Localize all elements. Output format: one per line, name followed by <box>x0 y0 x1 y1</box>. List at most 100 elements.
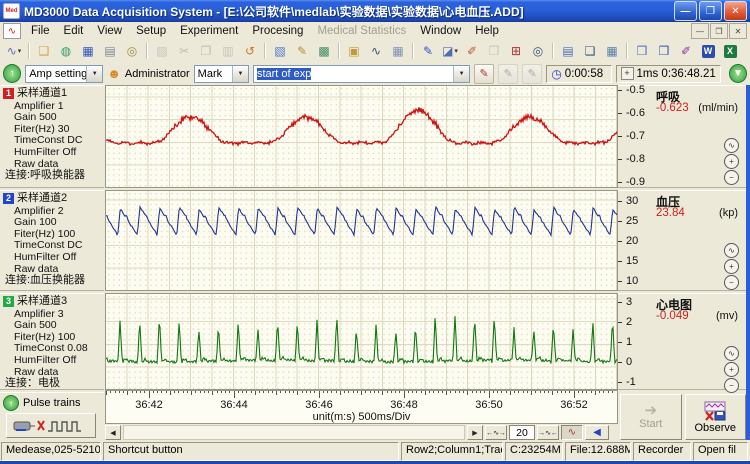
frame-tool-icon: ❒ <box>489 45 500 57</box>
menu-bar: ∿ FileEditViewSetupExperimentProcesingMe… <box>0 22 750 41</box>
axis-minor-tick <box>246 391 247 393</box>
sweep-speed-input[interactable]: 20 <box>509 425 535 440</box>
stamp-tool-button[interactable]: ✐ <box>462 42 482 60</box>
menu-window[interactable]: Window <box>413 24 468 38</box>
close-button[interactable]: ✕ <box>724 1 747 21</box>
amp-setting-combo[interactable]: Amp setting ▼ <box>25 65 103 83</box>
data-grid-button[interactable]: ▦ <box>388 42 408 60</box>
scale-zoom-in-button[interactable]: + <box>724 362 739 377</box>
axis-minor-tick <box>166 391 167 393</box>
channel-param: HumFilter Off <box>14 355 104 367</box>
menu-procesing[interactable]: Procesing <box>245 24 310 38</box>
menu-file[interactable]: File <box>24 24 57 38</box>
calendar-add-button[interactable]: ⊞ <box>506 42 526 60</box>
mark-pen-button[interactable]: ✎ <box>418 42 438 60</box>
experiment-settings-button[interactable]: ▧ <box>270 42 290 60</box>
observe-button[interactable]: Observe <box>685 394 747 440</box>
scale-zoom-out-button[interactable]: − <box>724 170 739 185</box>
minimize-button[interactable]: — <box>674 1 697 21</box>
report-list-button[interactable]: ▤ <box>558 42 578 60</box>
window-wave-button[interactable]: ❏ <box>580 42 600 60</box>
compress-timebase-button[interactable]: ←∿→ <box>485 425 507 440</box>
table-view-button[interactable]: ▦ <box>602 42 622 60</box>
mark-combo[interactable]: Mark ▼ <box>194 65 249 83</box>
scrollbar-track[interactable] <box>123 425 465 440</box>
scale-panel-1: -0.5-0.6-0.7-0.8-0.9呼吸-0.623(ml/min)∿+− <box>618 85 746 188</box>
print-preview-button[interactable]: ◎ <box>122 42 142 60</box>
menu-setup[interactable]: Setup <box>129 24 173 38</box>
back-to-live-button[interactable]: ◀ <box>585 425 609 440</box>
axis-minor-tick <box>225 391 226 393</box>
record-wave-button[interactable]: ∿▾ <box>4 42 24 60</box>
pulse-toggle-icon[interactable]: ↑ <box>3 395 19 411</box>
save-file-button[interactable]: ▦ <box>78 42 98 60</box>
application-window: Med MD3000 Data Acquisition System - [E:… <box>0 0 750 464</box>
scale-zoom-in-button[interactable]: + <box>724 259 739 274</box>
axis-minor-tick <box>251 391 252 393</box>
search-data-button[interactable]: ◎ <box>528 42 548 60</box>
mdi-close-button[interactable]: ✕ <box>729 23 747 39</box>
export-picture-button[interactable]: ▩ <box>314 42 334 60</box>
event-combo[interactable]: start of exp ▼ <box>253 65 470 83</box>
menu-experiment[interactable]: Experiment <box>173 24 245 38</box>
axis-minor-tick <box>302 391 303 393</box>
expand-timebase-button[interactable]: →∿← <box>537 425 559 440</box>
combo-arrow-icon[interactable]: ▼ <box>453 66 469 82</box>
edit-notes-icon: ✎ <box>297 45 307 57</box>
scroll-right-button[interactable]: ▶ <box>467 425 483 440</box>
color-pens-button[interactable]: ✐ <box>676 42 696 60</box>
menu-help[interactable]: Help <box>468 24 506 38</box>
waveform-panel-3[interactable] <box>105 293 618 390</box>
wave-monitor-icon: ∿ <box>371 45 381 57</box>
axis-minor-tick <box>242 391 243 393</box>
restore-button[interactable]: ❐ <box>699 1 722 21</box>
scale-zoom-in-button[interactable]: + <box>724 154 739 169</box>
scale-auto-button[interactable]: ∿ <box>724 346 739 361</box>
add-mark-button[interactable]: ✎ <box>474 64 494 84</box>
wave-monitor-button[interactable]: ∿ <box>366 42 386 60</box>
edit-mark-button: ✎ <box>498 64 518 84</box>
elapsed-time: 0:00:58 <box>565 68 603 80</box>
experiment-settings-icon: ▧ <box>274 45 285 57</box>
excel-export-button[interactable]: X <box>720 42 740 60</box>
waveform-panel-2[interactable] <box>105 190 618 291</box>
scroll-left-button[interactable]: ◀ <box>105 425 121 440</box>
lock-record-button[interactable]: ▣ <box>344 42 364 60</box>
pulse-trains-button[interactable] <box>6 413 96 438</box>
scale-tick <box>618 159 622 160</box>
network-button[interactable]: ◍ <box>56 42 76 60</box>
go-latest-button[interactable]: ▼ <box>729 64 747 83</box>
mdi-restore-button[interactable]: ❐ <box>710 23 728 39</box>
mdi-minimize-button[interactable]: — <box>691 23 709 39</box>
status-memory: C:23254M <box>505 442 563 461</box>
chart-tool-button[interactable]: ◪▾ <box>440 42 460 60</box>
axis-minor-tick <box>195 391 196 393</box>
print-button[interactable]: ▤ <box>100 42 120 60</box>
axis-minor-tick <box>280 391 281 393</box>
waveform-panel-1[interactable] <box>105 85 618 188</box>
sweep-mode-button[interactable]: ∿ <box>561 425 583 440</box>
scale-zoom-out-button[interactable]: − <box>724 378 739 393</box>
document-a-button[interactable]: ❒ <box>632 42 652 60</box>
scale-zoom-out-button[interactable]: − <box>724 275 739 290</box>
open-file-button[interactable]: ❑ <box>34 42 54 60</box>
signal-unit-label: (mv) <box>716 310 738 322</box>
word-export-button[interactable]: W <box>698 42 718 60</box>
axis-minor-tick <box>331 391 332 393</box>
document-b-button[interactable]: ❒ <box>654 42 674 60</box>
menu-edit[interactable]: Edit <box>57 24 91 38</box>
combo-arrow-icon[interactable]: ▼ <box>86 66 102 82</box>
scale-label: 2 <box>626 316 632 328</box>
edit-notes-button[interactable]: ✎ <box>292 42 312 60</box>
scale-tick <box>618 113 622 114</box>
scale-auto-button[interactable]: ∿ <box>724 243 739 258</box>
undo-button[interactable]: ↺ <box>240 42 260 60</box>
menu-view[interactable]: View <box>90 24 129 38</box>
scale-tick <box>618 261 622 262</box>
expand-box-icon[interactable]: + <box>621 67 634 80</box>
start-button[interactable]: ➔ Start <box>620 394 682 440</box>
scale-auto-button[interactable]: ∿ <box>724 138 739 153</box>
color-pens-icon: ✐ <box>681 45 691 57</box>
timer-knob-icon[interactable]: ↑ <box>3 64 21 83</box>
combo-arrow-icon[interactable]: ▼ <box>232 66 248 82</box>
